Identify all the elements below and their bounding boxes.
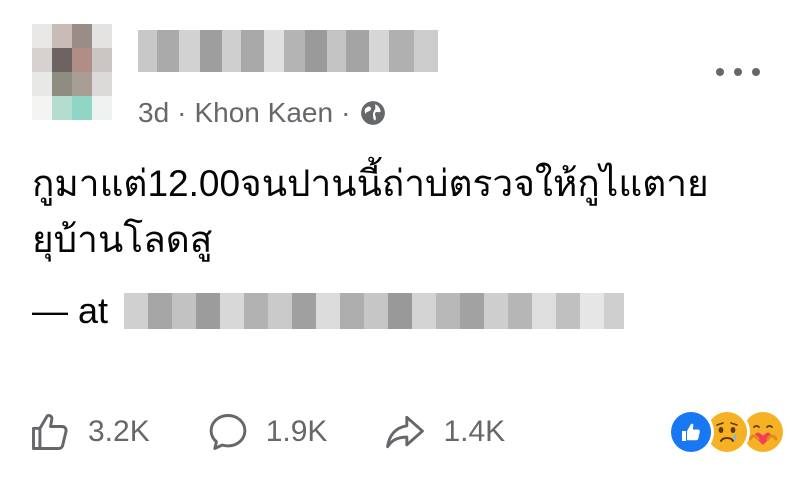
post-location[interactable]: Khon Kaen [194, 97, 333, 129]
facebook-post: 3d · Khon Kaen · กูมาแต่12.00จนปานนี้ถ่า… [0, 0, 800, 483]
author-name-redacted[interactable] [138, 30, 438, 72]
share-arrow-icon [386, 415, 425, 449]
globe-icon[interactable] [360, 100, 386, 126]
checkin-place-redacted[interactable] [124, 293, 625, 329]
post-time[interactable]: 3d [138, 97, 169, 129]
action-bar: 3.2K 1.9K 1.4K [28, 408, 561, 456]
checkin-prefix: — at [32, 290, 109, 331]
post-meta: 3d · Khon Kaen · [138, 96, 386, 130]
like-count: 3.2K [88, 415, 150, 448]
post-text-line: กูมาแต่12.00จนปานนี้ถ่าบ่ตรวจให้กูไแตาย [32, 163, 709, 204]
reactions-summary[interactable] [668, 406, 786, 458]
post-text-line: ยุบ้านโลดสู [32, 219, 213, 260]
meta-separator: · [341, 97, 351, 128]
post-body: กูมาแต่12.00จนปานนี้ถ่าบ่ตรวจให้กูไแตาย … [32, 156, 772, 268]
comment-bubble-icon [209, 414, 247, 450]
share-button[interactable]: 1.4K [383, 410, 505, 454]
share-count: 1.4K [443, 415, 506, 448]
thumbs-up-icon [32, 414, 68, 450]
more-options-icon[interactable] [716, 60, 760, 84]
comment-button[interactable]: 1.9K [206, 410, 328, 454]
meta-separator: · [177, 97, 187, 128]
avatar[interactable] [32, 24, 112, 120]
like-reaction-icon [668, 409, 714, 455]
checkin-line: — at [32, 286, 625, 336]
like-button[interactable]: 3.2K [28, 410, 150, 454]
comment-count: 1.9K [265, 415, 328, 448]
